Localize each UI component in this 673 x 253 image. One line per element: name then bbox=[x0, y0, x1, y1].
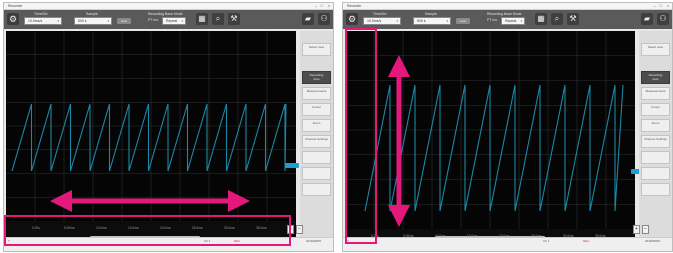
auto-button[interactable]: Auto bbox=[456, 18, 470, 24]
title-bar: Recorder – □ × bbox=[343, 3, 672, 10]
display-icon[interactable]: ▦ bbox=[196, 13, 208, 25]
network-icon[interactable]: ⚇ bbox=[318, 13, 330, 25]
status-date: 2016/08/05 bbox=[645, 239, 661, 243]
folder-icon[interactable]: ▰ bbox=[302, 13, 314, 25]
sample-select[interactable]: 500 k ▾ bbox=[413, 17, 451, 25]
zoom-out-button[interactable]: − bbox=[642, 225, 649, 234]
time-div-label: Time/Div bbox=[373, 12, 387, 16]
select-view-button[interactable]: Select view bbox=[641, 43, 670, 56]
display-icon[interactable]: ▦ bbox=[535, 13, 547, 25]
channel-settings-button[interactable]: Channel Settings bbox=[302, 135, 331, 148]
time-div-select[interactable]: 10.0ms/s ▾ bbox=[363, 17, 401, 25]
panel-button-7[interactable] bbox=[302, 167, 331, 180]
recording-label: Recording Base Mode bbox=[148, 12, 183, 16]
sample-label: Sample bbox=[425, 12, 437, 16]
recording-sub: PT mo bbox=[148, 18, 159, 22]
toolbar: ⚙ Time/Div 10.0ms/s ▾ Sample 500 k ▾ Aut… bbox=[4, 10, 333, 29]
minimize-icon[interactable]: – bbox=[654, 4, 656, 8]
search-icon[interactable]: ⌕ bbox=[212, 13, 224, 25]
window-title: Recorder bbox=[8, 4, 23, 8]
chevron-down-icon: ▾ bbox=[396, 19, 398, 23]
status-rec: REC bbox=[583, 239, 590, 243]
auto-button[interactable]: Auto bbox=[117, 18, 131, 24]
panel-button-8[interactable] bbox=[641, 183, 670, 196]
toolbar: ⚙ Time/Div 10.0ms/s ▾ Sample 500 k ▾ Aut… bbox=[343, 10, 672, 29]
time-div-value: 10.0ms/s bbox=[28, 19, 43, 23]
time-div-value: 10.0ms/s bbox=[367, 19, 382, 23]
recording-sub: PT mo bbox=[487, 18, 498, 22]
search-icon[interactable]: ⌕ bbox=[551, 13, 563, 25]
settings-gear-icon[interactable]: ⚙ bbox=[7, 13, 19, 25]
waveform-canvas: 0.00s 5.00ms 10.0ms 15.0ms 20.0ms 25.0ms 30.0m… bbox=[345, 31, 635, 239]
waveform-plot-area[interactable]: 0.00s 5.00ms 10.0ms 15.0ms 20.0ms 25.0ms 30.0m… bbox=[345, 31, 635, 239]
amplitude-axis-highlight-box bbox=[345, 28, 377, 244]
cursor-button[interactable]: Cursor bbox=[302, 103, 331, 116]
recording-mode-value: Repeat bbox=[505, 19, 517, 23]
network-icon[interactable]: ⚇ bbox=[657, 13, 669, 25]
window-title: Recorder bbox=[347, 4, 362, 8]
tools-icon[interactable]: ⚒ bbox=[567, 13, 579, 25]
settings-gear-icon[interactable]: ⚙ bbox=[346, 13, 358, 25]
channel-1-waveform bbox=[364, 84, 624, 212]
close-icon[interactable]: × bbox=[667, 4, 669, 8]
zoom-button[interactable]: Zoom bbox=[641, 119, 670, 132]
status-bar: ? Ch 1 REC 2016/08/05 bbox=[343, 237, 672, 251]
sample-value: 500 k bbox=[78, 19, 87, 23]
time-div-select[interactable]: 10.0ms/s ▾ bbox=[24, 17, 62, 25]
folder-icon[interactable]: ▰ bbox=[641, 13, 653, 25]
sample-select[interactable]: 500 k ▾ bbox=[74, 17, 112, 25]
recording-label: Recording Base Mode bbox=[487, 12, 522, 16]
zoom-in-button[interactable]: + bbox=[633, 225, 640, 234]
measurements-button[interactable]: Measurements bbox=[302, 87, 331, 100]
recorder-window-right: Recorder – □ × ⚙ Time/Div 10.0ms/s ▾ Sam… bbox=[342, 2, 673, 252]
right-panel: Recording Auto Select view Measurements … bbox=[639, 31, 672, 239]
chevron-down-icon: ▾ bbox=[181, 19, 183, 23]
select-view-button[interactable]: Select view bbox=[302, 43, 331, 56]
waveform-canvas: 0.00s 5.00ms 10.0ms 15.0ms 20.0ms 25.0ms 30.0m… bbox=[6, 31, 296, 239]
channel-settings-button[interactable]: Channel Settings bbox=[641, 135, 670, 148]
recording-status-button[interactable]: Recording Auto bbox=[641, 71, 670, 84]
time-axis-highlight-box bbox=[4, 215, 291, 246]
chevron-down-icon: ▾ bbox=[107, 19, 109, 23]
measurements-button[interactable]: Measurements bbox=[641, 87, 670, 100]
status-date: 2016/08/05 bbox=[306, 239, 322, 243]
chevron-down-icon: ▾ bbox=[57, 19, 59, 23]
recording-status-button[interactable]: Recording Auto bbox=[302, 71, 331, 84]
maximize-icon[interactable]: □ bbox=[321, 4, 323, 8]
channel-1-waveform bbox=[11, 103, 287, 172]
recording-mode-select[interactable]: Repeat ▾ bbox=[162, 17, 186, 25]
minimize-icon[interactable]: – bbox=[315, 4, 317, 8]
panel-button-7[interactable] bbox=[641, 167, 670, 180]
right-panel: Recording Auto Select view Measurements … bbox=[300, 31, 333, 239]
chevron-down-icon: ▾ bbox=[520, 19, 522, 23]
panel-button-8[interactable] bbox=[302, 183, 331, 196]
maximize-icon[interactable]: □ bbox=[660, 4, 662, 8]
cursor-button[interactable]: Cursor bbox=[641, 103, 670, 116]
chevron-down-icon: ▾ bbox=[446, 19, 448, 23]
tools-icon[interactable]: ⚒ bbox=[228, 13, 240, 25]
time-div-label: Time/Div bbox=[34, 12, 48, 16]
panel-button-6[interactable] bbox=[641, 151, 670, 164]
title-bar: Recorder – □ × bbox=[4, 3, 333, 10]
waveform-plot-area[interactable]: 0.00s 5.00ms 10.0ms 15.0ms 20.0ms 25.0ms 30.0m… bbox=[6, 31, 296, 239]
recording-mode-value: Repeat bbox=[166, 19, 178, 23]
panel-button-6[interactable] bbox=[302, 151, 331, 164]
status-channel: Ch 1 bbox=[543, 239, 550, 243]
sample-value: 500 k bbox=[417, 19, 426, 23]
zoom-button[interactable]: Zoom bbox=[302, 119, 331, 132]
zoom-out-button[interactable]: − bbox=[296, 225, 303, 234]
close-icon[interactable]: × bbox=[328, 4, 330, 8]
recording-mode-select[interactable]: Repeat ▾ bbox=[501, 17, 525, 25]
sample-label: Sample bbox=[86, 12, 98, 16]
channel-level-marker[interactable] bbox=[285, 163, 299, 168]
